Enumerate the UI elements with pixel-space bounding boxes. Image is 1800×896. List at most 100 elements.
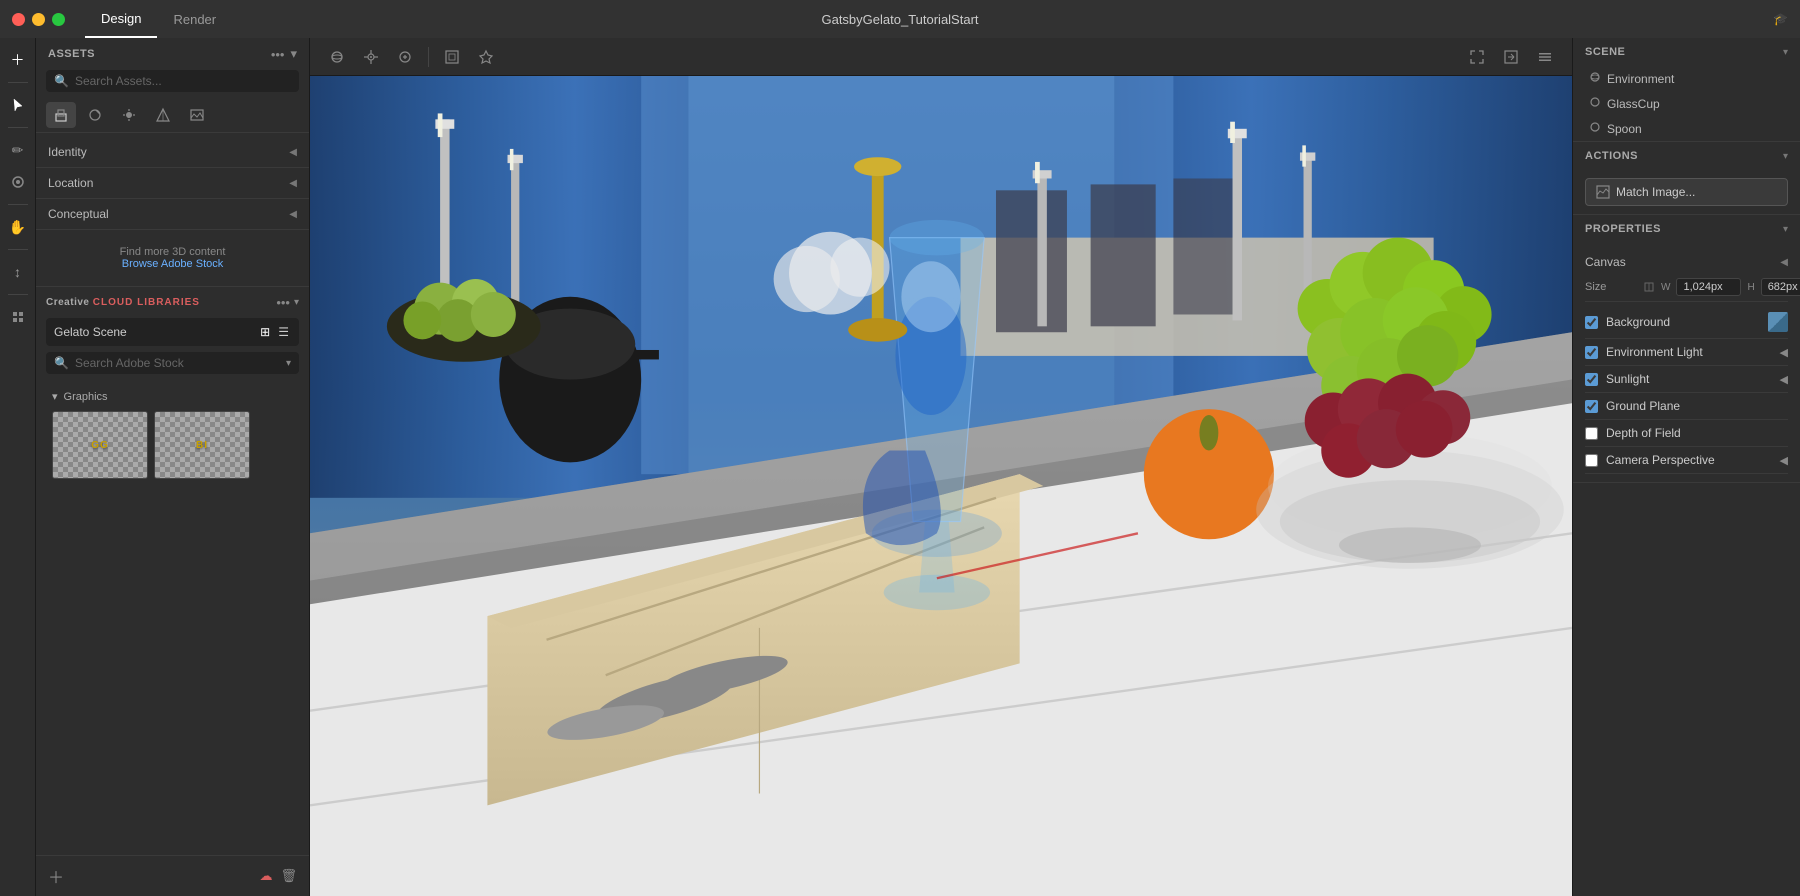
cc-title: Creative [46, 297, 89, 308]
scene-section-header[interactable]: SCENE ▾ [1573, 38, 1800, 66]
list-view-button[interactable]: ☰ [276, 323, 291, 341]
size-row: Size W H [1585, 273, 1788, 302]
add-library-button[interactable]: ＋ [48, 864, 64, 888]
asset-type-3d[interactable] [46, 102, 76, 128]
toolbar-sample-tool[interactable] [4, 168, 32, 196]
asset-type-environment[interactable] [148, 102, 178, 128]
assets-search-box: 🔍 [46, 70, 299, 92]
tab-design[interactable]: Design [85, 0, 157, 38]
maximize-button[interactable] [52, 13, 65, 26]
adobe-stock-input[interactable] [75, 356, 280, 370]
environment-light-row: Environment Light ◀ [1585, 339, 1788, 366]
camera-perspective-expand[interactable]: ◀ [1780, 454, 1788, 467]
scene-title: SCENE [1585, 46, 1783, 58]
actions-header[interactable]: ACTIONS ▾ [1573, 142, 1800, 170]
toolbar-separator-4 [8, 249, 28, 250]
assets-more-button[interactable]: ••• [271, 47, 285, 62]
asset-type-lighting[interactable] [114, 102, 144, 128]
glasscup-icon [1589, 96, 1601, 111]
toolbar-orbit-tool[interactable] [322, 43, 352, 71]
cc-search-icon: 🔍 [54, 356, 69, 370]
browse-stock-link[interactable]: Browse Adobe Stock [122, 258, 224, 270]
graphics-header[interactable]: ▾ Graphics [46, 386, 299, 407]
match-image-button[interactable]: Match Image... [1585, 178, 1788, 206]
delete-library-button[interactable]: 🗑 [280, 868, 297, 884]
toolbar-pan-tool[interactable] [356, 43, 386, 71]
canvas-subsection: Canvas ◀ Size W H [1585, 251, 1788, 302]
graphic-thumb-1[interactable]: GG [52, 411, 148, 479]
toolbar-settings-button[interactable] [1530, 43, 1560, 71]
accordion-conceptual-header[interactable]: Conceptual ◀ [36, 199, 309, 229]
toolbar-export-button[interactable] [1496, 43, 1526, 71]
titlebar: Design Render GatsbyGelato_TutorialStart… [0, 0, 1800, 38]
cc-library-dropdown[interactable]: Gelato Scene ⊞ ☰ [46, 318, 299, 346]
thumb2-label: BI [196, 440, 208, 451]
identity-label: Identity [48, 145, 87, 159]
properties-title: PROPERTIES [1585, 223, 1783, 235]
toolbar-add-button[interactable]: ＋ [4, 46, 32, 74]
environment-light-expand[interactable]: ◀ [1780, 346, 1788, 359]
environment-light-checkbox[interactable] [1585, 346, 1598, 359]
panel-bottom: ＋ ☁ 🗑 [36, 855, 309, 896]
accordion-identity-header[interactable]: Identity ◀ [36, 137, 309, 167]
toolbar-move-tool[interactable]: ↕ [4, 258, 32, 286]
asset-type-materials[interactable] [80, 102, 110, 128]
close-button[interactable] [12, 13, 25, 26]
graphic-thumb-2[interactable]: BI [154, 411, 250, 479]
left-panel: Assets ••• ▾ 🔍 [36, 38, 310, 896]
toolbar-sep-1 [428, 47, 429, 67]
toolbar-frame-tool[interactable] [437, 43, 467, 71]
properties-header[interactable]: PROPERTIES ▾ [1573, 215, 1800, 243]
assets-search-input[interactable] [75, 74, 291, 88]
tab-render[interactable]: Render [157, 0, 232, 38]
camera-perspective-label: Camera Perspective [1606, 453, 1772, 467]
scene-item-glasscup[interactable]: GlassCup 👁 🔒 [1573, 91, 1800, 116]
sunlight-checkbox[interactable] [1585, 373, 1598, 386]
grid-view-button[interactable]: ⊞ [258, 323, 272, 341]
scene-item-environment[interactable]: Environment [1573, 66, 1800, 91]
sunlight-expand[interactable]: ◀ [1780, 373, 1788, 386]
canvas-subsection-header[interactable]: Canvas ◀ [1585, 251, 1788, 273]
camera-perspective-checkbox[interactable] [1585, 454, 1598, 467]
scene-item-spoon[interactable]: Spoon 👁 🔒 [1573, 116, 1800, 141]
cc-libraries-more[interactable]: ••• [276, 295, 290, 310]
depth-of-field-checkbox[interactable] [1585, 427, 1598, 440]
accordion-location-header[interactable]: Location ◀ [36, 168, 309, 198]
main-area: ＋ ✏ ✋ ↕ [0, 38, 1800, 896]
toolbar-select-tool[interactable] [4, 91, 32, 119]
ground-plane-label: Ground Plane [1606, 399, 1788, 413]
toolbar-fullscreen-button[interactable] [1462, 43, 1492, 71]
environment-light-label: Environment Light [1606, 345, 1772, 359]
toolbar-separator-2 [8, 127, 28, 128]
toolbar-dolly-tool[interactable] [390, 43, 420, 71]
toolbar-scene-tool[interactable] [4, 303, 32, 331]
width-input[interactable] [1676, 278, 1741, 296]
match-image-icon [1596, 185, 1610, 199]
cc-libraries-collapse[interactable]: ▾ [294, 297, 299, 308]
cc-libraries-header: Creative CLOUD LIBRARIES ••• ▾ [46, 295, 299, 310]
glasscup-visibility[interactable]: 👁 [1756, 97, 1770, 110]
window-title: GatsbyGelato_TutorialStart [821, 12, 978, 27]
height-input[interactable] [1761, 278, 1800, 296]
spoon-lock[interactable]: 🔒 [1774, 122, 1788, 135]
cc-search-expand[interactable]: ▾ [286, 358, 291, 369]
toolbar-separator-3 [8, 204, 28, 205]
graphics-grid: GG BI [46, 407, 299, 483]
graphics-arrow: ▾ [52, 390, 58, 403]
asset-type-images[interactable] [182, 102, 212, 128]
canvas-area[interactable] [310, 76, 1572, 896]
find-more-text: Find more 3D content [48, 246, 297, 258]
assets-collapse-button[interactable]: ▾ [290, 46, 297, 62]
background-checkbox[interactable] [1585, 316, 1598, 329]
toolbar-pan-tool[interactable]: ✋ [4, 213, 32, 241]
minimize-button[interactable] [32, 13, 45, 26]
background-thumbnail[interactable] [1768, 312, 1788, 332]
actions-section: ACTIONS ▾ Match Image... [1573, 142, 1800, 215]
toolbar-effects-tool[interactable] [471, 43, 501, 71]
assets-panel-title: Assets [48, 48, 265, 60]
ground-plane-checkbox[interactable] [1585, 400, 1598, 413]
spoon-visibility[interactable]: 👁 [1756, 122, 1770, 135]
glasscup-lock[interactable]: 🔒 [1774, 97, 1788, 110]
glasscup-label: GlassCup [1607, 97, 1660, 111]
toolbar-pen-tool[interactable]: ✏ [4, 136, 32, 164]
